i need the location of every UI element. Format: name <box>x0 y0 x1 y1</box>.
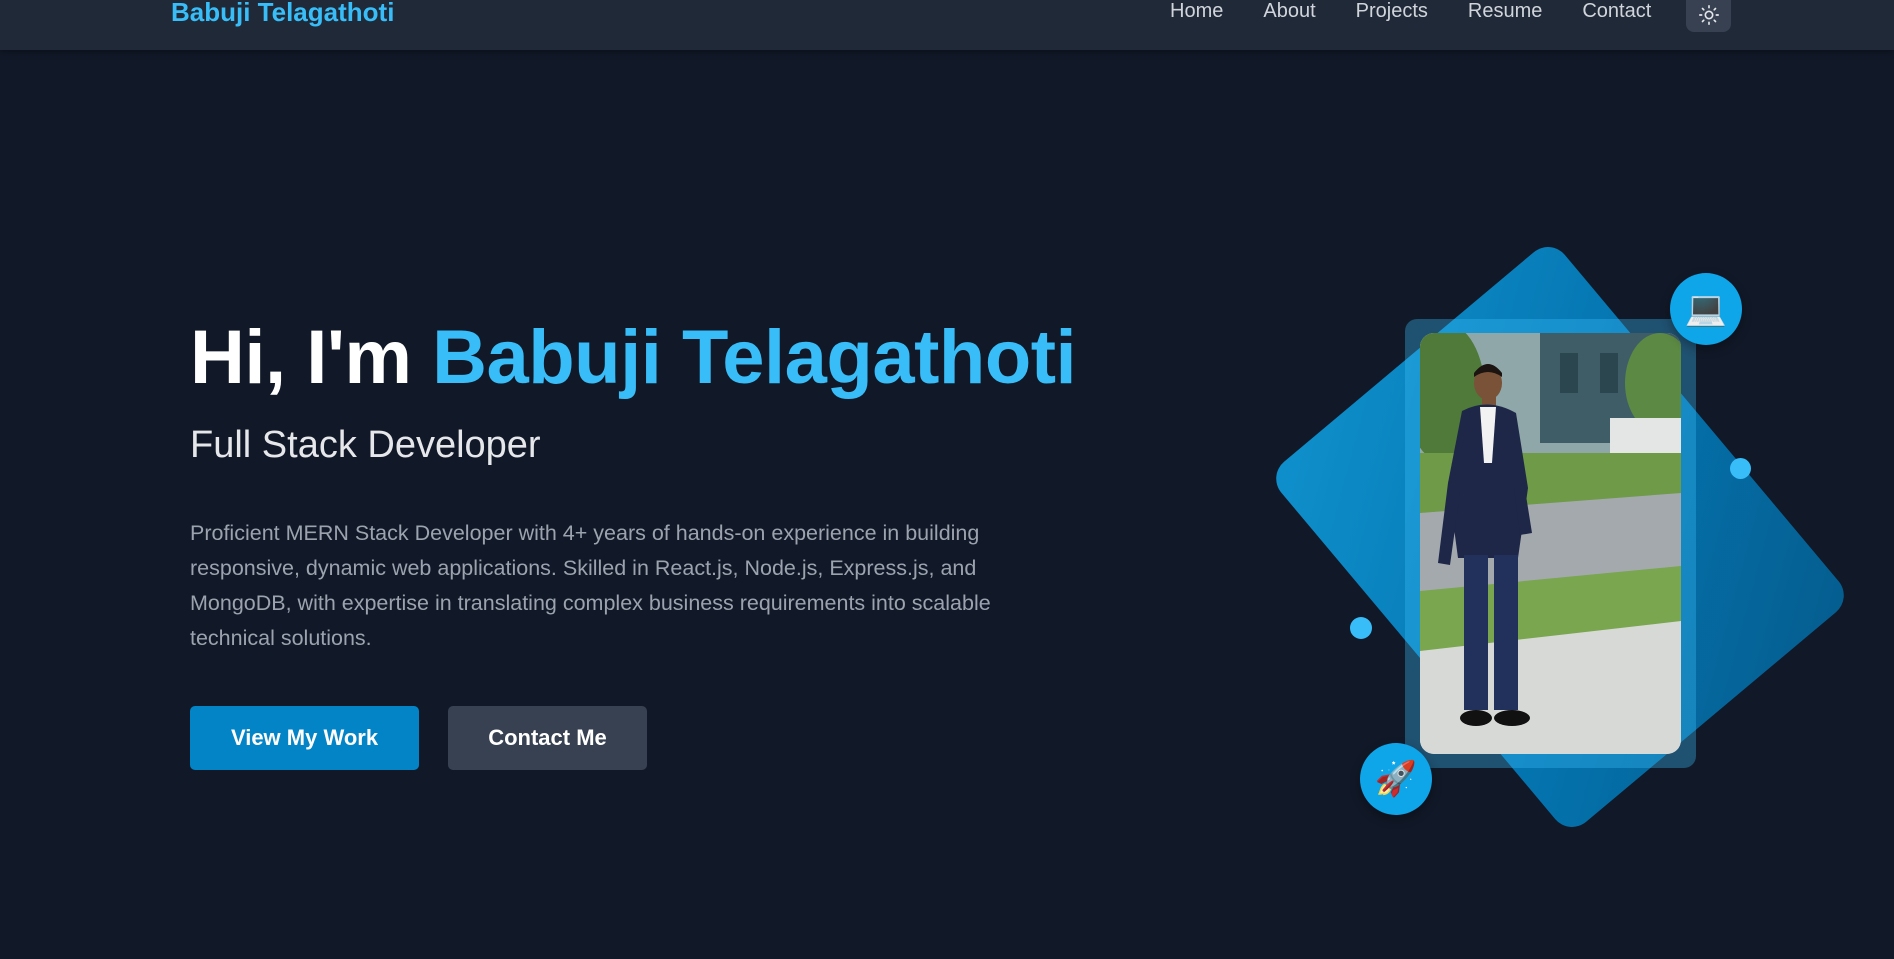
nav-link-contact[interactable]: Contact <box>1582 0 1651 24</box>
decorative-dot-right <box>1730 458 1751 479</box>
hero-subtitle: Full Stack Developer <box>190 424 541 466</box>
hero-description: Proficient MERN Stack Developer with 4+ … <box>190 521 991 650</box>
nav-link-resume[interactable]: Resume <box>1468 0 1542 24</box>
sun-icon <box>1698 5 1719 25</box>
nav-link-projects[interactable]: Projects <box>1356 0 1428 24</box>
rocket-badge-icon: 🚀 <box>1360 743 1432 815</box>
hero-name: Babuji Telagathoti <box>432 315 1077 400</box>
view-my-work-button[interactable]: View My Work <box>190 706 419 770</box>
nav-link-about[interactable]: About <box>1263 0 1315 24</box>
hero-greeting: Hi, I'm <box>190 315 433 400</box>
nav-links: Home About Projects Resume Contact <box>1170 0 1651 24</box>
hero-title: Hi, I'm Babuji Telagathoti <box>190 315 1077 400</box>
decorative-dot-left <box>1350 617 1372 639</box>
nav-link-home[interactable]: Home <box>1170 0 1223 24</box>
profile-photo <box>1420 333 1681 754</box>
theme-toggle-button[interactable] <box>1686 0 1731 32</box>
contact-me-button[interactable]: Contact Me <box>448 706 647 770</box>
brand-logo[interactable]: Babuji Telagathoti <box>171 0 394 27</box>
laptop-badge-icon: 💻 <box>1670 273 1742 345</box>
navbar: Babuji Telagathoti Home About Projects R… <box>0 0 1894 50</box>
